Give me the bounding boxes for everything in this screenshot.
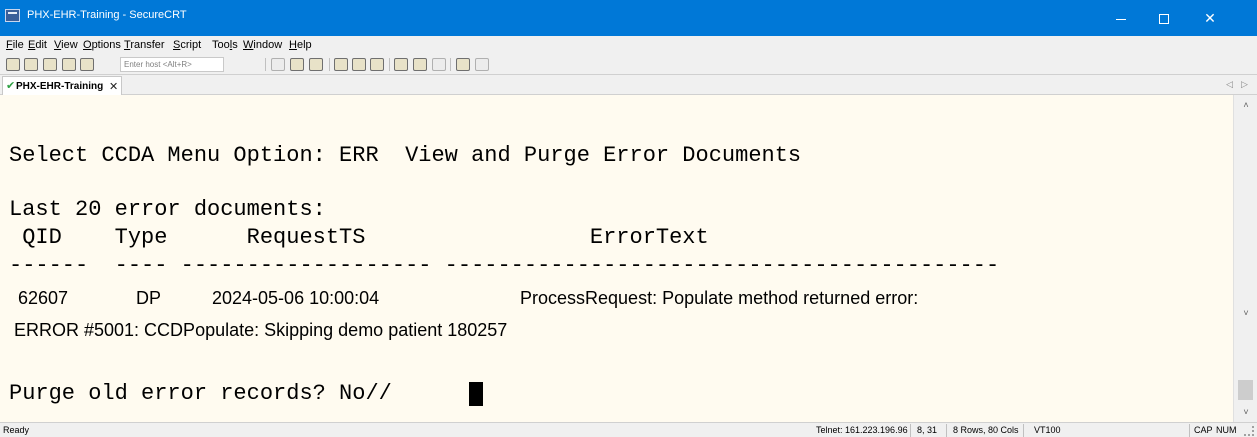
scroll-up-icon[interactable]: ˄ [1234,97,1257,113]
row-request-ts: 2024-05-06 10:00:04 [212,288,380,308]
menu-window[interactable]: Window [243,39,282,51]
tab-next-icon[interactable]: ▷ [1241,79,1248,90]
check-icon: ✔ [6,80,16,92]
securecrt-app-icon [5,9,20,22]
terminal-column-headers: QID Type RequestTS ErrorText [9,225,709,250]
minimize-button[interactable] [1100,0,1142,36]
terminal-cursor [469,382,483,406]
scrollbar-thumb[interactable] [1238,380,1253,400]
host-input[interactable]: Enter host <Alt+R> [120,57,224,72]
menu-bar: File Edit View Options Transfer Script T… [0,36,1257,55]
toolbar-divider [389,58,390,71]
purge-prompt-line: Purge old error records? No// [9,381,392,406]
num-lock-indicator: NUM [1216,425,1237,435]
error-detail-line: ERROR #5001: CCDPopulate: Skipping demo … [14,320,508,340]
disconnect-icon[interactable] [80,58,94,71]
terminal-size: 8 Rows, 80 Cols [953,425,1019,435]
terminal-scrollbar[interactable]: ˄ ˅ ˅ [1233,95,1257,422]
copy-icon[interactable] [271,58,285,71]
close-button[interactable]: ✕ [1189,0,1231,36]
tab-label: PHX-EHR-Training [16,81,104,92]
status-divider [946,424,947,437]
menu-edit[interactable]: Edit [28,39,47,51]
resize-grip-icon[interactable] [1244,426,1254,436]
toolbar: Enter host <Alt+R> [0,55,1257,74]
securecrt-window: PHX-EHR-Training - SecureCRT ✕ File Edit… [0,0,1257,437]
quick-connect-icon[interactable] [24,58,38,71]
connect-in-tab-icon[interactable] [43,58,57,71]
terminal-prompt-line: Select CCDA Menu Option: ERR View and Pu… [9,143,802,168]
terminal-separator: ------ ---- ------------------- --------… [9,253,1000,278]
tab-phx-ehr-training[interactable]: ✔ PHX-EHR-Training ✕ [2,76,122,95]
status-text: Ready [3,425,30,435]
status-divider [1189,424,1190,437]
help-icon[interactable] [456,58,470,71]
find-icon[interactable] [309,58,323,71]
cursor-position: 8, 31 [917,425,938,435]
toolbar-divider [329,58,330,71]
toolbar-divider [450,58,451,71]
row-type: DP [136,288,162,308]
close-tab-icon[interactable]: ✕ [109,80,118,93]
scroll-down-icon[interactable]: ˅ [1234,404,1257,420]
title-bar[interactable]: PHX-EHR-Training - SecureCRT ✕ [0,0,1257,36]
menu-help[interactable]: Help [289,39,312,51]
print-icon[interactable] [334,58,348,71]
keymap-icon[interactable] [475,58,489,71]
paste-icon[interactable] [290,58,304,71]
menu-view[interactable]: View [54,39,78,51]
status-divider [910,424,911,437]
menu-transfer[interactable]: Transfer [124,39,165,51]
menu-file[interactable]: File [6,39,24,51]
session-tab-bar: ✔ PHX-EHR-Training ✕ ◁ ▷ [0,74,1257,95]
menu-tools[interactable]: Tools [212,39,238,51]
emulation-mode: VT100 [1034,425,1061,435]
window-title: PHX-EHR-Training - SecureCRT [27,9,187,21]
close-icon: ✕ [1204,10,1216,26]
maximize-button[interactable] [1143,0,1185,36]
scroll-page-icon[interactable]: ˅ [1234,305,1257,321]
sftp-icon[interactable] [432,58,446,71]
terminal-header-line: Last 20 error documents: [9,197,326,222]
terminal-screen[interactable]: Select CCDA Menu Option: ERR View and Pu… [0,95,1233,422]
print-screen-icon[interactable] [370,58,384,71]
row-qid: 62607 [18,288,69,308]
row-error-text: ProcessRequest: Populate method returned… [520,288,919,308]
menu-script[interactable]: Script [173,39,201,51]
global-options-icon[interactable] [413,58,427,71]
connection-info: Telnet: 161.223.196.96 [816,425,908,435]
connect-icon[interactable] [6,58,20,71]
reconnect-icon[interactable] [62,58,76,71]
menu-options[interactable]: Options [83,39,121,51]
minimize-icon [1116,18,1126,20]
status-bar: Ready Telnet: 161.223.196.96 8, 31 8 Row… [0,422,1257,437]
status-divider [1023,424,1024,437]
session-options-icon[interactable] [394,58,408,71]
tab-prev-icon[interactable]: ◁ [1226,79,1233,90]
maximize-icon [1159,14,1169,25]
caps-lock-indicator: CAP [1194,425,1213,435]
print-selection-icon[interactable] [352,58,366,71]
toolbar-divider [265,58,266,71]
